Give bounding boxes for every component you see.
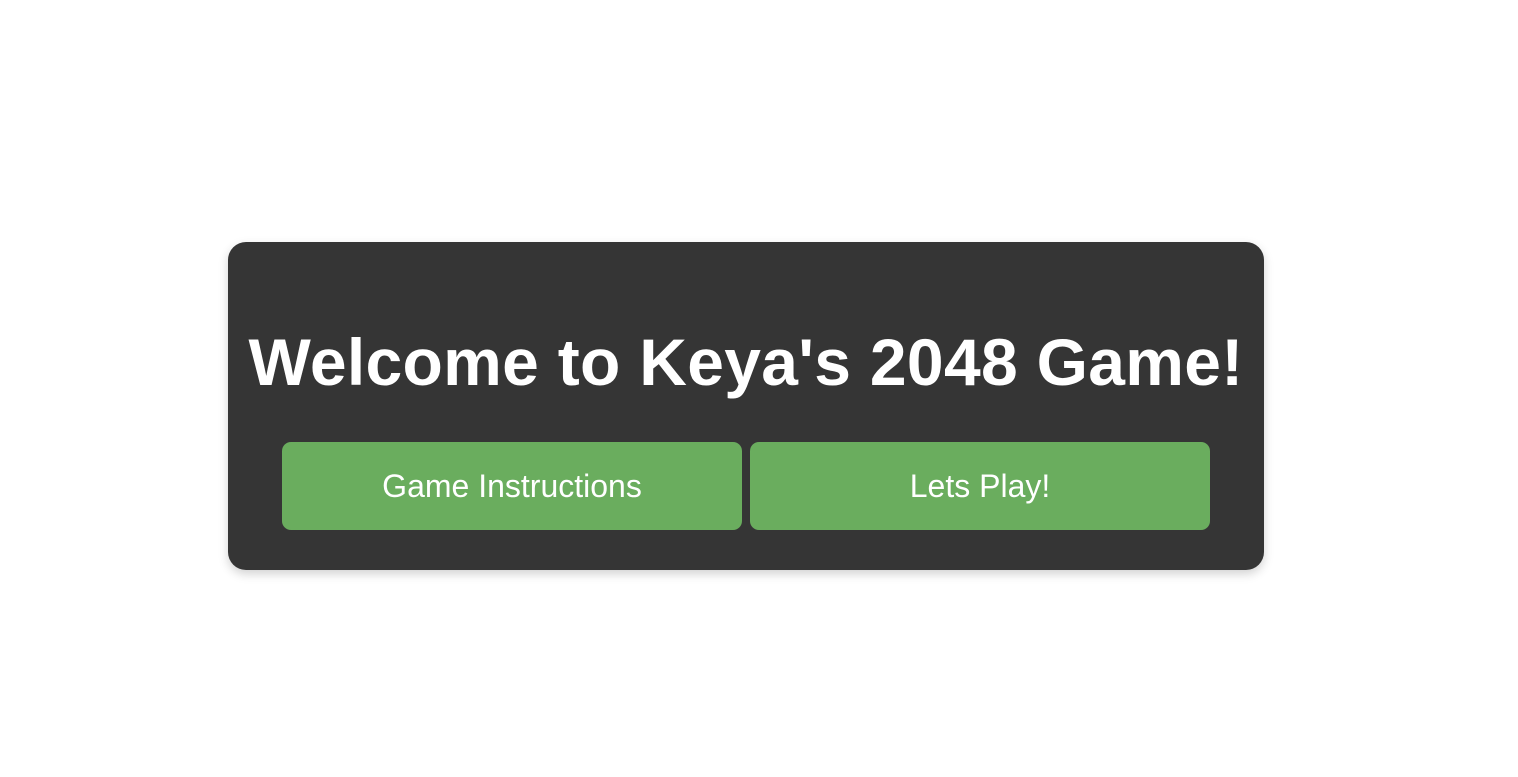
welcome-card: Welcome to Keya's 2048 Game! Game Instru… <box>228 242 1264 570</box>
welcome-title: Welcome to Keya's 2048 Game! <box>248 325 1244 399</box>
menu-button-row: Game Instructions Lets Play! <box>282 442 1210 530</box>
page: Welcome to Keya's 2048 Game! Game Instru… <box>0 0 1518 777</box>
lets-play-button[interactable]: Lets Play! <box>750 442 1210 530</box>
game-instructions-button[interactable]: Game Instructions <box>282 442 742 530</box>
